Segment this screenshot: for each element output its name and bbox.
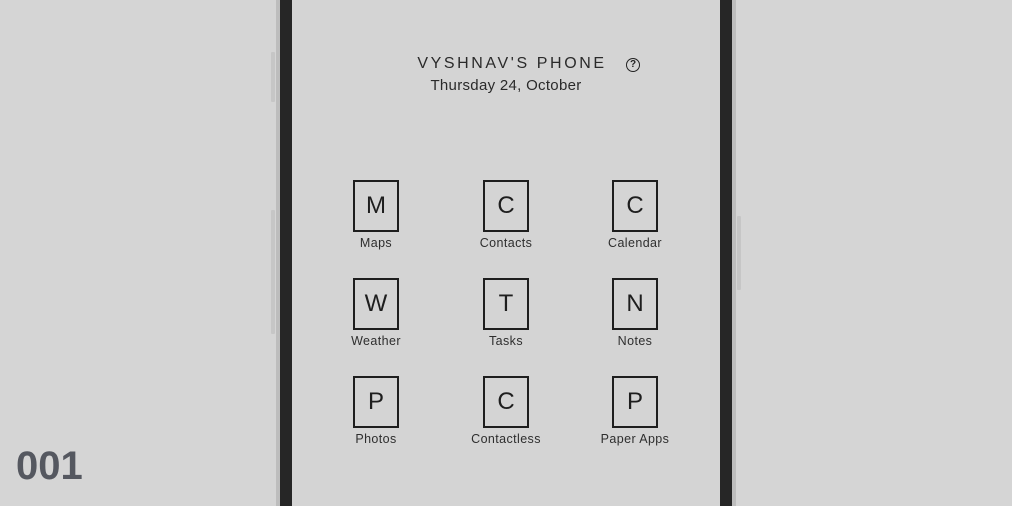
app-icon: C: [483, 376, 529, 428]
app-icon: M: [353, 180, 399, 232]
app-paper-apps[interactable]: P Paper Apps: [580, 376, 690, 446]
app-label: Calendar: [608, 236, 662, 250]
app-label: Maps: [359, 236, 393, 250]
app-contacts[interactable]: C Contacts: [451, 180, 561, 250]
app-icon: T: [483, 278, 529, 330]
app-notes[interactable]: N Notes: [580, 278, 690, 348]
app-icon: C: [483, 180, 529, 232]
app-icon: P: [612, 376, 658, 428]
phone-frame-right: [720, 0, 732, 506]
device-name-text: VYSHNAV'S PHONE: [417, 55, 607, 72]
app-label: Notes: [617, 334, 653, 348]
app-icon: C: [612, 180, 658, 232]
app-label: Paper Apps: [600, 432, 670, 446]
app-icon: N: [612, 278, 658, 330]
screen-counter: 001: [16, 444, 83, 488]
app-label: Photos: [355, 432, 397, 446]
date-label: Thursday 24, October: [430, 77, 582, 94]
app-photos[interactable]: P Photos: [321, 376, 431, 446]
device-name: VYSHNAV'S PHONE: [292, 55, 720, 73]
app-label: Contactless: [471, 432, 541, 446]
left-side-button-top: [271, 52, 275, 102]
app-label: Weather: [351, 334, 401, 348]
app-icon: W: [353, 278, 399, 330]
app-weather[interactable]: W Weather: [321, 278, 431, 348]
app-label: Tasks: [489, 334, 523, 348]
app-contactless[interactable]: C Contactless: [451, 376, 561, 446]
left-side-button-bottom: [271, 210, 275, 334]
app-label: Contacts: [479, 236, 533, 250]
phone-screen: VYSHNAV'S PHONE ? Thursday 24, October M…: [292, 0, 720, 506]
phone-bezel-right: [732, 0, 736, 506]
app-maps[interactable]: M Maps: [321, 180, 431, 250]
app-calendar[interactable]: C Calendar: [580, 180, 690, 250]
right-side-button: [737, 216, 741, 290]
question-circle-icon[interactable]: ?: [626, 58, 640, 72]
phone-frame-left: [280, 0, 292, 506]
app-icon: P: [353, 376, 399, 428]
app-tasks[interactable]: T Tasks: [451, 278, 561, 348]
